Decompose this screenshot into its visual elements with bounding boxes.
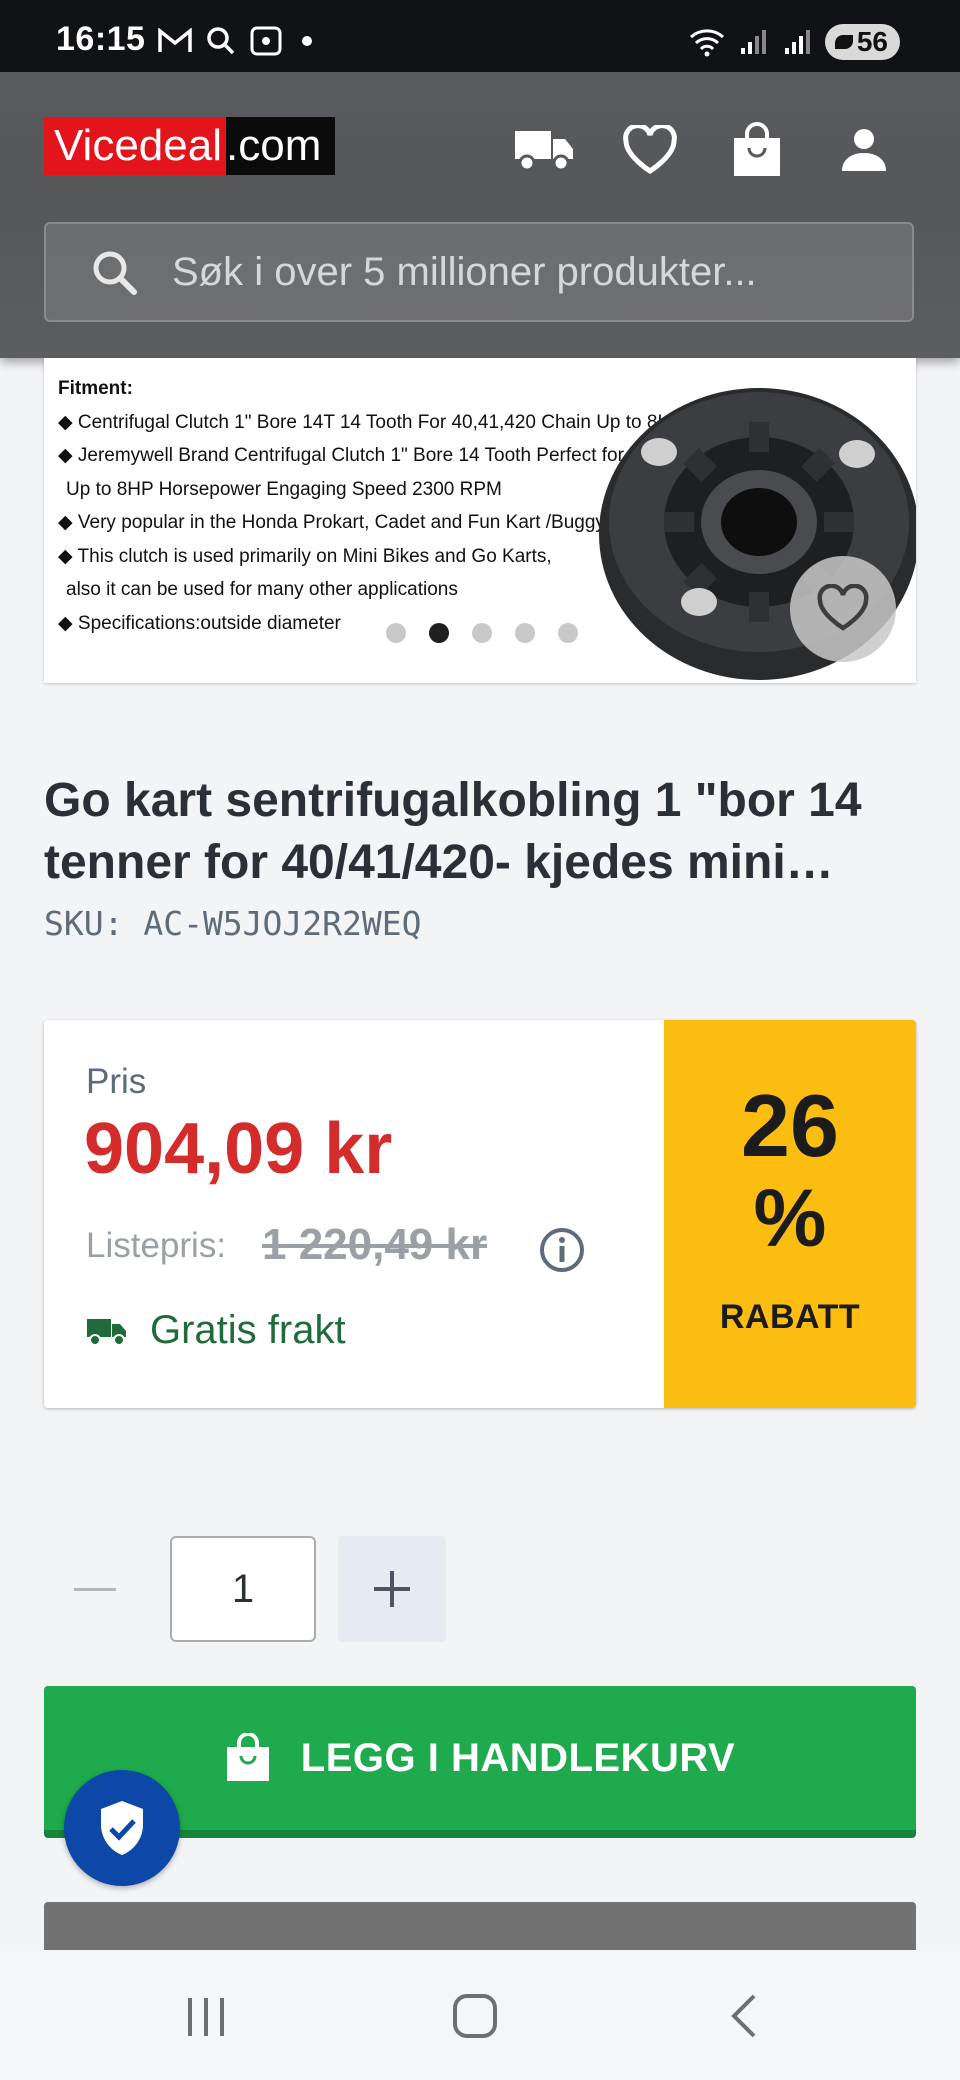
- carousel-dot[interactable]: [515, 623, 536, 643]
- dot-icon: [302, 36, 312, 46]
- carousel-dot[interactable]: [471, 623, 492, 643]
- carousel-dot[interactable]: [385, 623, 406, 643]
- battery-indicator: 56: [824, 24, 900, 60]
- heart-icon: [817, 584, 869, 631]
- list-price-value: 1 220,49 kr: [262, 1220, 488, 1269]
- carousel-dot[interactable]: [558, 623, 579, 643]
- price-value: 904,09 kr: [84, 1109, 393, 1189]
- back-icon[interactable]: [704, 1988, 784, 2044]
- free-shipping: Gratis frakt: [86, 1308, 346, 1353]
- price-card: Pris 904,09 kr Listepris: 1 220,49 kr Gr…: [44, 1020, 916, 1408]
- account-user-icon[interactable]: [832, 118, 896, 182]
- recent-apps-icon[interactable]: [166, 1988, 246, 2044]
- wifi-icon: [689, 29, 724, 57]
- discount-label: RABATT: [719, 1298, 861, 1336]
- carousel-dot-active[interactable]: [428, 623, 449, 643]
- battery-leaf-icon: [834, 35, 853, 49]
- shopping-bag-icon[interactable]: [725, 118, 789, 182]
- status-time: 16:15: [56, 20, 146, 58]
- shopping-bag-icon: [226, 1733, 269, 1781]
- wishlist-heart-icon[interactable]: [618, 118, 682, 182]
- status-notification-icons: [158, 26, 312, 56]
- battery-level: 56: [856, 26, 888, 57]
- quantity-input[interactable]: 1: [170, 1536, 316, 1642]
- discount-badge: 26 % RABATT: [664, 1020, 916, 1408]
- add-to-wishlist-button[interactable]: [790, 556, 896, 662]
- list-price-label: Listepris:: [86, 1226, 227, 1265]
- signal-roaming-icon: [784, 30, 810, 54]
- search-icon: [93, 251, 137, 295]
- product-title: Go kart sentrifugalkobling 1 "bor 14 ten…: [44, 774, 862, 889]
- search-placeholder: Søk i over 5 millioner produkter...: [172, 250, 757, 294]
- search-notification-icon: [207, 27, 235, 55]
- quantity-increase-button[interactable]: [338, 1536, 446, 1642]
- shield-check-icon: [101, 1801, 143, 1855]
- product-image-carousel[interactable]: Fitment: ◆ Centrifugal Clutch 1" Bore 14…: [44, 358, 916, 683]
- search-input[interactable]: Søk i over 5 millioner produkter...: [44, 222, 914, 322]
- shipping-truck-icon[interactable]: [512, 118, 576, 182]
- status-bar: 16:15 56: [0, 0, 960, 72]
- shipping-truck-icon: [87, 1318, 126, 1346]
- carousel-indicators: [364, 614, 600, 652]
- site-logo[interactable]: Vicedeal .com: [44, 117, 336, 175]
- status-system-icons: 56: [689, 24, 900, 60]
- security-shield-button[interactable]: [64, 1770, 180, 1886]
- discount-percent-sign: %: [753, 1173, 827, 1264]
- free-shipping-label: Gratis frakt: [150, 1308, 346, 1352]
- discount-number: 26: [741, 1076, 839, 1175]
- quantity-decrease-button[interactable]: [74, 1588, 116, 1591]
- home-icon[interactable]: [435, 1988, 515, 2044]
- add-to-cart-label: LEGG I HANDLEKURV: [300, 1735, 736, 1780]
- product-sku: SKU: AC-W5JOJ2R2WEQ: [44, 904, 422, 943]
- info-icon[interactable]: [538, 1226, 586, 1274]
- screenshot-icon: [250, 26, 282, 56]
- logo-part-red: Vicedeal: [44, 117, 226, 175]
- plus-icon: [374, 1571, 410, 1607]
- gmail-icon: [158, 28, 192, 52]
- price-label: Pris: [86, 1062, 147, 1101]
- logo-part-black: .com: [226, 117, 336, 175]
- signal-icon: [740, 30, 766, 54]
